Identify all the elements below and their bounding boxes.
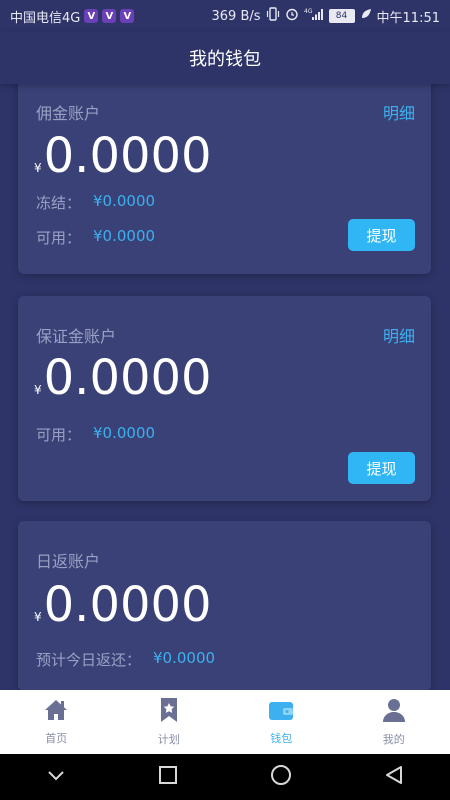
status-bar: 中国电信4G V V V 369 B/s 4G 84 中午11:51 — [0, 0, 450, 32]
alarm-icon — [285, 7, 299, 25]
notification-app-icon: V — [102, 9, 117, 23]
currency-symbol: ¥ — [34, 610, 42, 624]
tab-home[interactable]: 首页 — [0, 690, 113, 754]
available-row: 可用： ¥0.0000 — [36, 227, 155, 248]
vibrate-icon — [266, 7, 280, 25]
withdraw-button[interactable]: 提现 — [348, 219, 415, 251]
signal-type-label: 4G — [304, 8, 313, 15]
available-row: 可用： ¥0.0000 — [36, 424, 155, 445]
balance-value: 0.0000 — [43, 128, 212, 184]
balance-value: 0.0000 — [43, 350, 212, 406]
tab-wallet[interactable]: 钱包 — [225, 690, 338, 754]
deposit-account-card: 保证金账户 明细 ¥ 0.0000 可用： ¥0.0000 提现 — [18, 296, 431, 501]
row-value: ¥0.0000 — [93, 424, 156, 442]
tab-label: 计划 — [157, 733, 180, 746]
frozen-row: 冻结： ¥0.0000 — [36, 192, 155, 213]
currency-symbol: ¥ — [34, 161, 42, 175]
currency-symbol: ¥ — [34, 383, 42, 397]
withdraw-button[interactable]: 提现 — [348, 452, 415, 484]
card-title: 日返账户 — [36, 552, 101, 571]
tab-label: 我的 — [382, 733, 405, 746]
home-icon — [43, 698, 69, 726]
bookmark-star-icon — [158, 697, 180, 727]
tab-plan[interactable]: 计划 — [113, 690, 226, 754]
clock-label: 中午11:51 — [376, 10, 440, 26]
wallet-icon — [267, 698, 295, 726]
leaf-icon — [360, 8, 372, 24]
tab-profile[interactable]: 我的 — [338, 690, 450, 754]
balance-value: 0.0000 — [43, 577, 212, 633]
signal-icon: 4G — [304, 7, 324, 25]
row-label: 可用： — [36, 426, 82, 444]
balance-amount: ¥ 0.0000 — [34, 132, 212, 180]
app-header: 我的钱包 — [0, 32, 450, 84]
battery-level: 84 — [335, 11, 348, 21]
notification-app-icon: V — [120, 9, 135, 23]
card-title: 保证金账户 — [36, 327, 117, 346]
notification-app-icon: V — [84, 9, 99, 23]
net-speed-label: 369 B/s — [211, 8, 261, 24]
status-bar-left: 中国电信4G V V V — [10, 0, 135, 32]
battery-icon: 84 — [328, 9, 355, 23]
daily-return-account-card: 日返账户 ¥ 0.0000 预计今日返还： ¥0.0000 — [18, 521, 431, 690]
row-label: 冻结： — [36, 194, 82, 212]
row-label: 可用： — [36, 229, 82, 247]
back-triangle-icon[interactable] — [384, 765, 404, 789]
row-value: ¥0.0000 — [93, 192, 156, 210]
wallet-content[interactable]: 佣金账户 明细 ¥ 0.0000 冻结： ¥0.0000 可用： ¥0.0000… — [0, 84, 450, 690]
carrier-label: 中国电信4G — [10, 10, 81, 26]
person-icon — [381, 697, 407, 727]
details-link[interactable]: 明细 — [383, 323, 415, 347]
square-icon[interactable] — [158, 765, 178, 789]
row-label: 预计今日返还： — [36, 651, 142, 669]
expected-return-row: 预计今日返还： ¥0.0000 — [36, 649, 215, 670]
system-nav-bar — [0, 754, 450, 800]
tab-label: 钱包 — [270, 732, 293, 745]
bottom-tab-bar: 首页 计划 钱包 我的 — [0, 690, 450, 754]
card-title: 佣金账户 — [36, 104, 101, 123]
details-link[interactable]: 明细 — [383, 100, 415, 124]
page-title: 我的钱包 — [189, 49, 261, 70]
chevron-down-icon[interactable] — [46, 768, 66, 787]
commission-account-card: 佣金账户 明细 ¥ 0.0000 冻结： ¥0.0000 可用： ¥0.0000… — [18, 84, 431, 274]
balance-amount: ¥ 0.0000 — [34, 581, 212, 629]
row-value: ¥0.0000 — [153, 649, 216, 667]
balance-amount: ¥ 0.0000 — [34, 354, 212, 402]
home-circle-icon[interactable] — [270, 764, 292, 790]
row-value: ¥0.0000 — [93, 227, 156, 245]
tab-label: 首页 — [45, 732, 68, 745]
status-bar-right: 369 B/s 4G 84 中午11:51 — [211, 0, 440, 32]
